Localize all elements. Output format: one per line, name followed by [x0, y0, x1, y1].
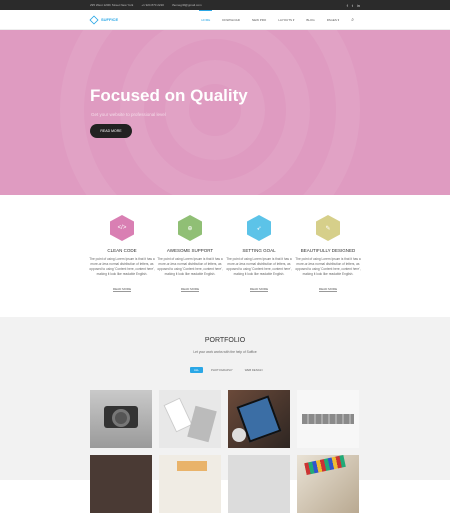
nav-download[interactable]: DOWNLOAD — [216, 10, 246, 30]
top-info-bar: 295 West 120th Street New York +1 924 87… — [0, 0, 450, 10]
brand-name: SUFFICE — [101, 17, 119, 22]
feature-clean-code: </> CLEAN CODE The point of using Lorem … — [87, 215, 157, 295]
nav-pages[interactable]: PAGES ▾ — [321, 10, 345, 30]
hero-banner: Focused on Quality Get your website to p… — [0, 30, 450, 195]
portfolio-filters: ALL PHOTOGRAPHY WEB DESIGN — [190, 367, 267, 373]
lifebuoy-icon: ⊕ — [178, 215, 202, 241]
main-navigation: SUFFICE HOME DOWNLOAD NEW PRO LAYOUTS ▾ … — [0, 9, 450, 30]
email-text[interactable]: themegrill@gmail.com — [172, 3, 202, 7]
portfolio-tile-bottom-2[interactable] — [159, 455, 221, 513]
feature-title: SETTING GOAL — [242, 248, 276, 253]
feature-text: The point of using Lorem Ipsum is that i… — [295, 257, 361, 276]
feature-read-more-link[interactable]: READ MORE — [318, 287, 338, 292]
filter-photography[interactable]: PHOTOGRAPHY — [207, 367, 237, 373]
brush-icon: ✎ — [316, 215, 340, 241]
portfolio-tile-camera[interactable] — [90, 390, 152, 448]
nav-home[interactable]: HOME — [195, 9, 216, 30]
code-icon: </> — [110, 215, 134, 241]
rocket-icon: ➶ — [247, 215, 271, 241]
nav-new-pro[interactable]: NEW PRO — [246, 10, 272, 30]
feature-awesome-support: ⊕ AWESOME SUPPORT The point of using Lor… — [155, 215, 225, 295]
linkedin-icon[interactable]: in — [357, 3, 360, 8]
search-icon[interactable]: ⌕ — [345, 10, 360, 30]
feature-beautifully-designed: ✎ BEAUTIFULLY DESIGNED The point of usin… — [293, 215, 363, 295]
feature-setting-goal: ➶ SETTING GOAL The point of using Lorem … — [224, 215, 294, 295]
address-text: 295 West 120th Street New York — [90, 3, 134, 7]
hero-read-more-button[interactable]: READ MORE — [90, 124, 132, 138]
portfolio-subtitle: Let your work works with the help of Suf… — [193, 350, 257, 354]
nav-blog[interactable]: BLOG — [300, 10, 320, 30]
portfolio-tile-letters[interactable] — [297, 390, 359, 448]
feature-title: AWESOME SUPPORT — [166, 248, 214, 253]
feature-read-more-link[interactable]: READ MORE — [112, 287, 132, 292]
portfolio-tile-tablet-coffee[interactable] — [228, 390, 290, 448]
features-section: </> CLEAN CODE The point of using Lorem … — [0, 195, 450, 317]
portfolio-title: PORTFOLIO — [204, 337, 246, 344]
portfolio-tile-bottom-1[interactable] — [90, 455, 152, 513]
brand-logo[interactable]: SUFFICE — [89, 14, 119, 25]
filter-all[interactable]: ALL — [190, 367, 203, 373]
phone-text: +1 924 870 2220 — [141, 3, 164, 7]
portfolio-tile-bottom-4[interactable] — [297, 455, 359, 513]
facebook-icon[interactable]: f — [347, 3, 348, 8]
feature-text: The point of using Lorem Ipsum is that i… — [89, 257, 155, 276]
feature-title: CLEAN CODE — [107, 248, 137, 253]
portfolio-tile-bottom-3[interactable] — [228, 455, 290, 513]
feature-read-more-link[interactable]: READ MORE — [180, 287, 200, 292]
cube-icon — [89, 14, 99, 25]
nav-layouts[interactable]: LAYOUTS ▾ — [272, 10, 300, 30]
feature-text: The point of using Lorem Ipsum is that i… — [226, 257, 292, 276]
hero-subtitle: Get your website to professional level — [91, 112, 166, 117]
feature-read-more-link[interactable]: READ MORE — [249, 287, 269, 292]
feature-text: The point of using Lorem Ipsum is that i… — [157, 257, 223, 276]
filter-web-design[interactable]: WEB DESIGN — [241, 367, 267, 373]
twitter-icon[interactable]: t — [352, 3, 353, 8]
portfolio-section: PORTFOLIO Let your work works with the h… — [0, 317, 450, 513]
portfolio-tile-phone-desk[interactable] — [159, 390, 221, 448]
hero-title: Focused on Quality — [90, 86, 248, 105]
feature-title: BEAUTIFULLY DESIGNED — [300, 248, 356, 253]
